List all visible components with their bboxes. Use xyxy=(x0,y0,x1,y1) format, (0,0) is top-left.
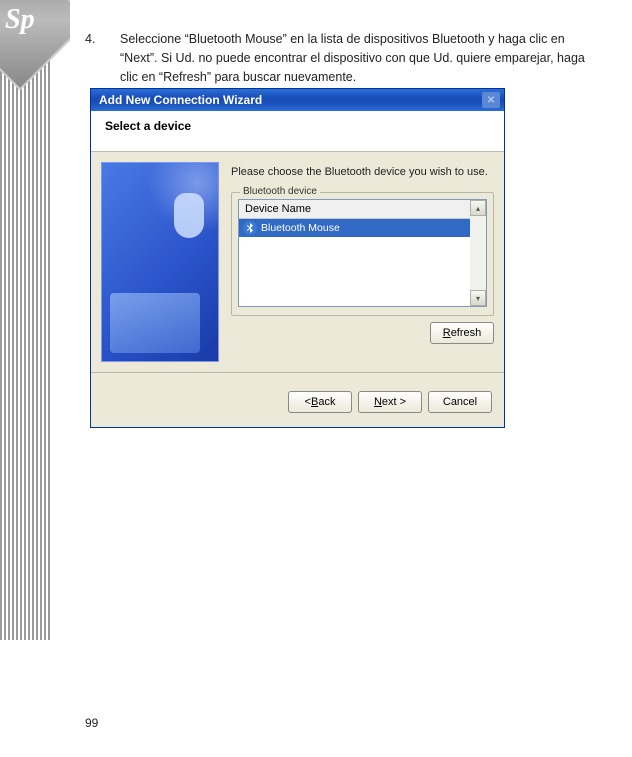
right-panel: Please choose the Bluetooth device you w… xyxy=(231,162,494,344)
dialog-body: Select a device Please choose the Blueto… xyxy=(91,111,504,427)
list-content: Device Name Bluetooth Mouse xyxy=(239,200,470,306)
device-listbox[interactable]: Device Name Bluetooth Mouse xyxy=(238,199,487,307)
instruction-step: 4. Seleccione “Bluetooth Mouse” en la li… xyxy=(85,30,615,86)
wizard-illustration xyxy=(101,162,219,362)
list-item-label: Bluetooth Mouse xyxy=(261,222,340,234)
btn-post: ack xyxy=(318,396,335,408)
btn-post: ext > xyxy=(382,396,406,408)
close-icon: ✕ xyxy=(487,95,495,106)
illustration-mouse xyxy=(174,193,204,238)
page-left-decoration: Sp xyxy=(0,0,70,640)
decoration-badge-text: Sp xyxy=(5,4,35,36)
listbox-scrollbar[interactable]: ▴ ▾ xyxy=(470,200,486,306)
group-label: Bluetooth device xyxy=(240,186,320,197)
page-number: 99 xyxy=(85,716,98,730)
back-button[interactable]: < Back xyxy=(288,391,352,413)
close-button[interactable]: ✕ xyxy=(482,92,500,108)
device-group: Bluetooth device Device Name Bluetooth M… xyxy=(231,192,494,316)
dialog-subheading: Select a device xyxy=(91,111,504,152)
illustration-laptop xyxy=(110,293,200,353)
btn-post: efresh xyxy=(451,327,482,339)
chevron-down-icon: ▾ xyxy=(476,294,480,303)
decoration-stripes xyxy=(0,0,50,640)
dialog-title: Add New Connection Wizard xyxy=(99,93,262,107)
content-area: 4. Seleccione “Bluetooth Mouse” en la li… xyxy=(85,30,615,428)
instruction-text: Seleccione “Bluetooth Mouse” en la lista… xyxy=(120,30,615,86)
wizard-dialog: Add New Connection Wizard ✕ Select a dev… xyxy=(90,88,505,428)
next-button[interactable]: Next > xyxy=(358,391,422,413)
btn-ul: R xyxy=(443,327,451,339)
scroll-up-button[interactable]: ▴ xyxy=(470,200,486,216)
btn-ul: B xyxy=(311,396,318,408)
list-header: Device Name xyxy=(239,200,470,219)
cancel-button[interactable]: Cancel xyxy=(428,391,492,413)
refresh-button[interactable]: Refresh xyxy=(430,322,494,344)
button-row: < Back Next > Cancel xyxy=(91,373,504,427)
dialog-main-area: Please choose the Bluetooth device you w… xyxy=(91,152,504,362)
dialog-titlebar[interactable]: Add New Connection Wizard ✕ xyxy=(91,89,504,111)
btn-post: Cancel xyxy=(443,396,477,408)
chevron-up-icon: ▴ xyxy=(476,204,480,213)
refresh-row: Refresh xyxy=(231,322,494,344)
prompt-text: Please choose the Bluetooth device you w… xyxy=(231,166,494,178)
list-item[interactable]: Bluetooth Mouse xyxy=(239,219,470,237)
btn-ul: N xyxy=(374,396,382,408)
bluetooth-icon xyxy=(243,221,257,235)
scroll-down-button[interactable]: ▾ xyxy=(470,290,486,306)
instruction-number: 4. xyxy=(85,30,120,86)
